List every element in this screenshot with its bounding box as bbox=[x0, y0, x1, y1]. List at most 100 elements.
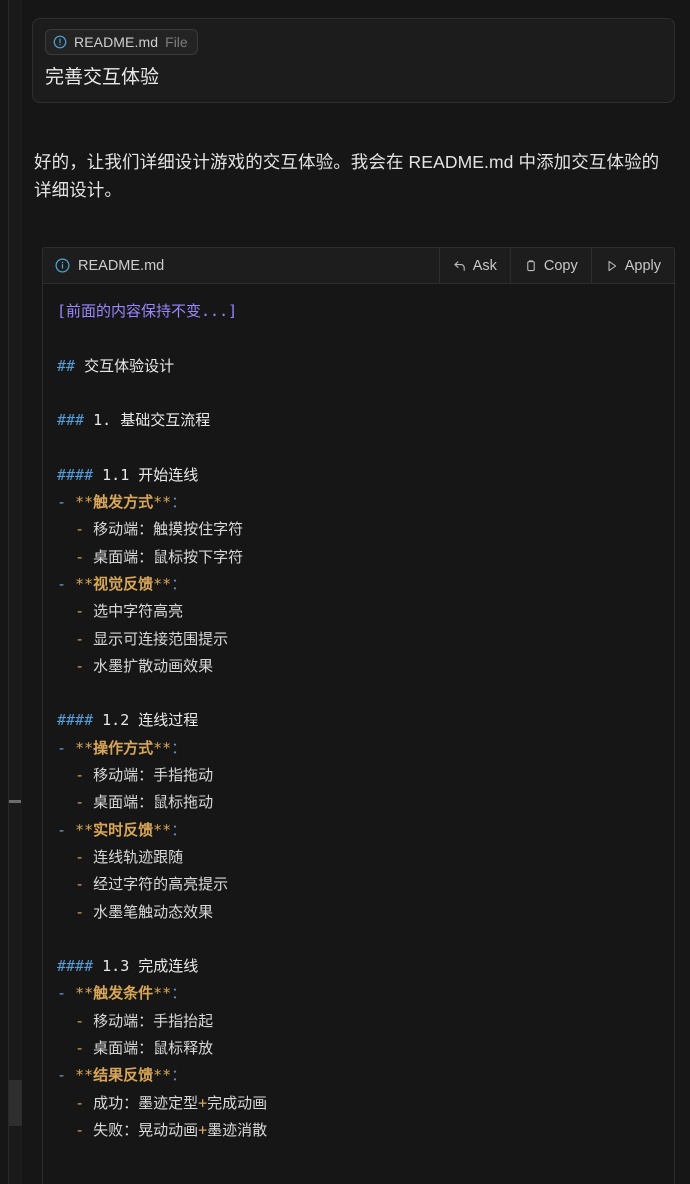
code-token: - bbox=[75, 793, 85, 812]
code-token: 触发条件 bbox=[93, 984, 154, 1003]
code-token: 选中字符高亮 bbox=[84, 602, 184, 621]
code-line: - 桌面端：鼠标按下字符 bbox=[57, 544, 662, 571]
apply-button-label: Apply bbox=[624, 257, 661, 274]
code-token: 结果反馈 bbox=[93, 1066, 154, 1085]
code-token: - bbox=[75, 656, 85, 675]
code-token: - bbox=[75, 629, 85, 648]
code-line: - **视觉反馈**： bbox=[57, 571, 662, 598]
code-line: - **操作方式**： bbox=[57, 735, 662, 762]
code-line: - 经过字符的高亮提示 bbox=[57, 871, 662, 898]
code-block-file-name: README.md bbox=[78, 257, 165, 274]
code-line: - 水墨笔触动态效果 bbox=[57, 899, 662, 926]
copy-button[interactable]: Copy bbox=[509, 248, 591, 283]
context-card: README.md File 完善交互体验 bbox=[32, 18, 675, 103]
ask-button[interactable]: Ask bbox=[438, 248, 510, 283]
code-token: ** bbox=[75, 493, 94, 512]
code-token: ** bbox=[153, 1066, 172, 1085]
code-token: 桌面端：鼠标释放 bbox=[84, 1039, 214, 1058]
code-token: ： bbox=[171, 574, 187, 593]
info-circle-icon bbox=[53, 35, 67, 49]
code-token: ** bbox=[153, 820, 172, 839]
code-token: 交互体验设计 bbox=[84, 356, 175, 375]
code-token: 水墨扩散动画效果 bbox=[84, 656, 214, 675]
play-triangle-icon bbox=[605, 259, 619, 273]
code-token: 操作方式 bbox=[93, 738, 154, 757]
code-token: - bbox=[75, 520, 85, 539]
code-token: - bbox=[75, 902, 85, 921]
code-token: ： bbox=[171, 820, 187, 839]
assistant-message: 好的，让我们详细设计游戏的交互体验。我会在 README.md 中添加交互体验的… bbox=[34, 152, 660, 201]
gutter-mark bbox=[9, 800, 21, 803]
code-token: 1. 基础交互流程 bbox=[93, 411, 211, 430]
code-token: - bbox=[57, 984, 67, 1003]
context-title: 完善交互体验 bbox=[45, 67, 160, 88]
code-token: + bbox=[198, 1120, 208, 1139]
code-line: - 成功：墨迹定型+完成动画 bbox=[57, 1090, 662, 1117]
code-line: - 显示可连接范围提示 bbox=[57, 626, 662, 653]
code-token: #### bbox=[57, 711, 94, 730]
code-token: - bbox=[75, 766, 85, 785]
context-file-chip[interactable]: README.md File bbox=[45, 29, 198, 55]
code-token: ## bbox=[57, 356, 76, 375]
code-token: ： bbox=[171, 984, 187, 1003]
apply-button[interactable]: Apply bbox=[590, 248, 674, 283]
scroll-minimap[interactable] bbox=[8, 0, 23, 1184]
left-gutter bbox=[0, 0, 23, 1184]
code-line: - 桌面端：鼠标拖动 bbox=[57, 789, 662, 816]
code-line: - **结果反馈**： bbox=[57, 1062, 662, 1089]
code-token: 视觉反馈 bbox=[93, 574, 154, 593]
code-token: - bbox=[75, 602, 85, 621]
code-token: ** bbox=[153, 574, 172, 593]
code-token: ： bbox=[171, 738, 187, 757]
code-token: 1.3 完成连线 bbox=[102, 957, 199, 976]
code-token: #### bbox=[57, 465, 94, 484]
code-token: #### bbox=[57, 957, 94, 976]
code-block: README.md Ask Copy Apply [前面的内容保持不变...] … bbox=[42, 247, 675, 1184]
code-token: ** bbox=[153, 493, 172, 512]
chat-panel: README.md File 完善交互体验 好的，让我们详细设计游戏的交互体验。… bbox=[22, 0, 690, 1184]
code-line: - 桌面端：鼠标释放 bbox=[57, 1035, 662, 1062]
gutter-band bbox=[9, 1080, 23, 1126]
code-token: 墨迹消散 bbox=[207, 1120, 268, 1139]
code-token: ** bbox=[75, 1066, 94, 1085]
code-block-body[interactable]: [前面的内容保持不变...] ## 交互体验设计 ### 1. 基础交互流程 #… bbox=[42, 284, 675, 1184]
code-token: ** bbox=[75, 820, 94, 839]
code-line: - 选中字符高亮 bbox=[57, 598, 662, 625]
code-token: ： bbox=[171, 1066, 187, 1085]
code-token: 桌面端：鼠标拖动 bbox=[84, 793, 214, 812]
code-line: - 移动端：手指抬起 bbox=[57, 1008, 662, 1035]
code-token: ### bbox=[57, 411, 85, 430]
code-block-file[interactable]: README.md bbox=[43, 248, 439, 283]
code-token: - bbox=[75, 847, 85, 866]
code-token: 水墨笔触动态效果 bbox=[84, 902, 214, 921]
code-line: [前面的内容保持不变...] bbox=[57, 298, 662, 325]
info-circle-icon bbox=[55, 258, 70, 273]
code-token: 经过字符的高亮提示 bbox=[84, 875, 229, 894]
code-token: 失败：晃动动画 bbox=[84, 1120, 199, 1139]
code-token: 触发方式 bbox=[93, 493, 154, 512]
ask-button-label: Ask bbox=[472, 257, 497, 274]
code-block-actions: Ask Copy Apply bbox=[438, 248, 674, 283]
code-token: - bbox=[75, 875, 85, 894]
code-token: 显示可连接范围提示 bbox=[84, 629, 229, 648]
code-token: ** bbox=[153, 738, 172, 757]
